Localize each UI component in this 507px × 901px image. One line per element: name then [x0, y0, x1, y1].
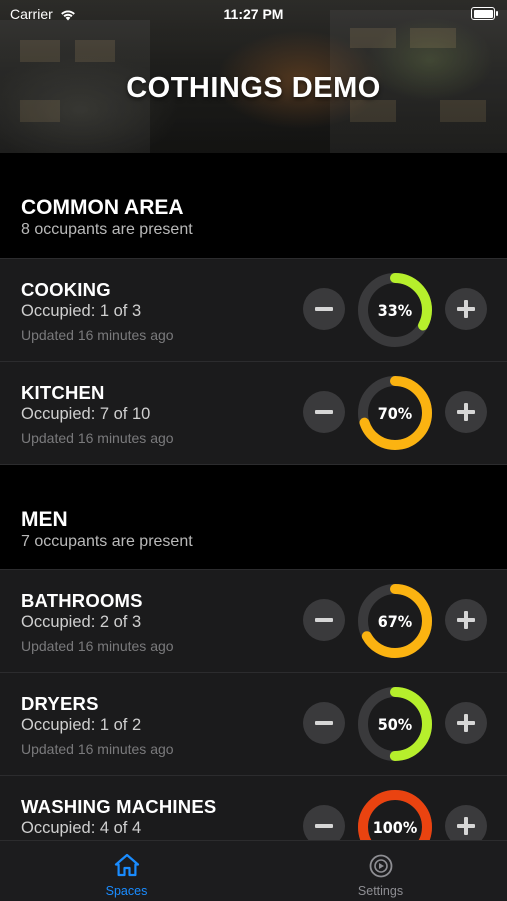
decrement-button[interactable] [303, 805, 345, 840]
space-occupancy: Occupied: 2 of 3 [21, 613, 142, 631]
gauge-percent: 50% [378, 715, 412, 734]
occupancy-gauge: 67% [358, 584, 432, 658]
status-bar: Carrier 11:27 PM [0, 0, 507, 28]
decrement-button[interactable] [303, 599, 345, 641]
section-occupants: 8 occupants are present [21, 221, 193, 238]
space-occupancy: Occupied: 7 of 10 [21, 405, 151, 423]
app-title: COTHINGS DEMO [126, 72, 381, 104]
space-updated: Updated 16 minutes ago [21, 741, 174, 757]
section-title: MEN [21, 508, 68, 531]
section-header: COMMON AREA 8 occupants are present [0, 153, 507, 258]
decrement-button[interactable] [303, 702, 345, 744]
space-row-dryers[interactable]: DRYERS Occupied: 1 of 2 Updated 16 minut… [0, 672, 507, 775]
space-row-cooking[interactable]: COOKING Occupied: 1 of 3 Updated 16 minu… [0, 258, 507, 361]
tab-spaces[interactable]: Spaces [0, 841, 253, 901]
tab-label: Settings [357, 884, 404, 898]
increment-button[interactable] [445, 805, 487, 840]
space-occupancy: Occupied: 4 of 4 [21, 819, 142, 837]
space-updated: Updated 16 minutes ago [21, 327, 174, 343]
decrement-button[interactable] [303, 288, 345, 330]
gauge-percent: 70% [378, 404, 412, 423]
space-updated: Updated 16 minutes ago [21, 430, 174, 446]
settings-icon [369, 854, 392, 878]
space-name: COOKING [21, 279, 111, 300]
space-name: BATHROOMS [21, 590, 143, 611]
minus-icon [315, 824, 333, 828]
section-title: COMMON AREA [21, 196, 184, 219]
space-name: KITCHEN [21, 382, 105, 403]
minus-icon [315, 618, 333, 622]
battery-icon [471, 7, 498, 20]
gauge-percent: 33% [378, 301, 412, 320]
spaces-list[interactable]: COMMON AREA 8 occupants are present COOK… [0, 153, 507, 840]
minus-icon [315, 721, 333, 725]
tab-bar: Spaces Settings [0, 840, 507, 901]
gauge-percent: 100% [373, 818, 417, 837]
tab-settings[interactable]: Settings [254, 841, 507, 901]
occupancy-gauge: 50% [358, 687, 432, 761]
space-name: DRYERS [21, 693, 99, 714]
occupancy-gauge: 70% [358, 376, 432, 450]
minus-icon [315, 307, 333, 311]
increment-button[interactable] [445, 391, 487, 433]
home-icon [114, 853, 139, 877]
increment-button[interactable] [445, 288, 487, 330]
space-row-kitchen[interactable]: KITCHEN Occupied: 7 of 10 Updated 16 min… [0, 361, 507, 464]
occupancy-gauge: 100% [358, 790, 432, 840]
section-occupants: 7 occupants are present [21, 533, 193, 550]
increment-button[interactable] [445, 702, 487, 744]
tab-label: Spaces [105, 884, 148, 898]
section-header: MEN 7 occupants are present [0, 464, 507, 569]
space-occupancy: Occupied: 1 of 2 [21, 716, 142, 734]
increment-button[interactable] [445, 599, 487, 641]
space-name: WASHING MACHINES [21, 796, 217, 817]
space-row-bathrooms[interactable]: BATHROOMS Occupied: 2 of 3 Updated 16 mi… [0, 569, 507, 672]
space-row-washing-machines[interactable]: WASHING MACHINES Occupied: 4 of 4 100% [0, 775, 507, 840]
space-occupancy: Occupied: 1 of 3 [21, 302, 142, 320]
decrement-button[interactable] [303, 391, 345, 433]
occupancy-gauge: 33% [358, 273, 432, 347]
clock: 11:27 PM [223, 6, 284, 22]
gauge-percent: 67% [378, 612, 412, 631]
space-updated: Updated 16 minutes ago [21, 638, 174, 654]
minus-icon [315, 410, 333, 414]
